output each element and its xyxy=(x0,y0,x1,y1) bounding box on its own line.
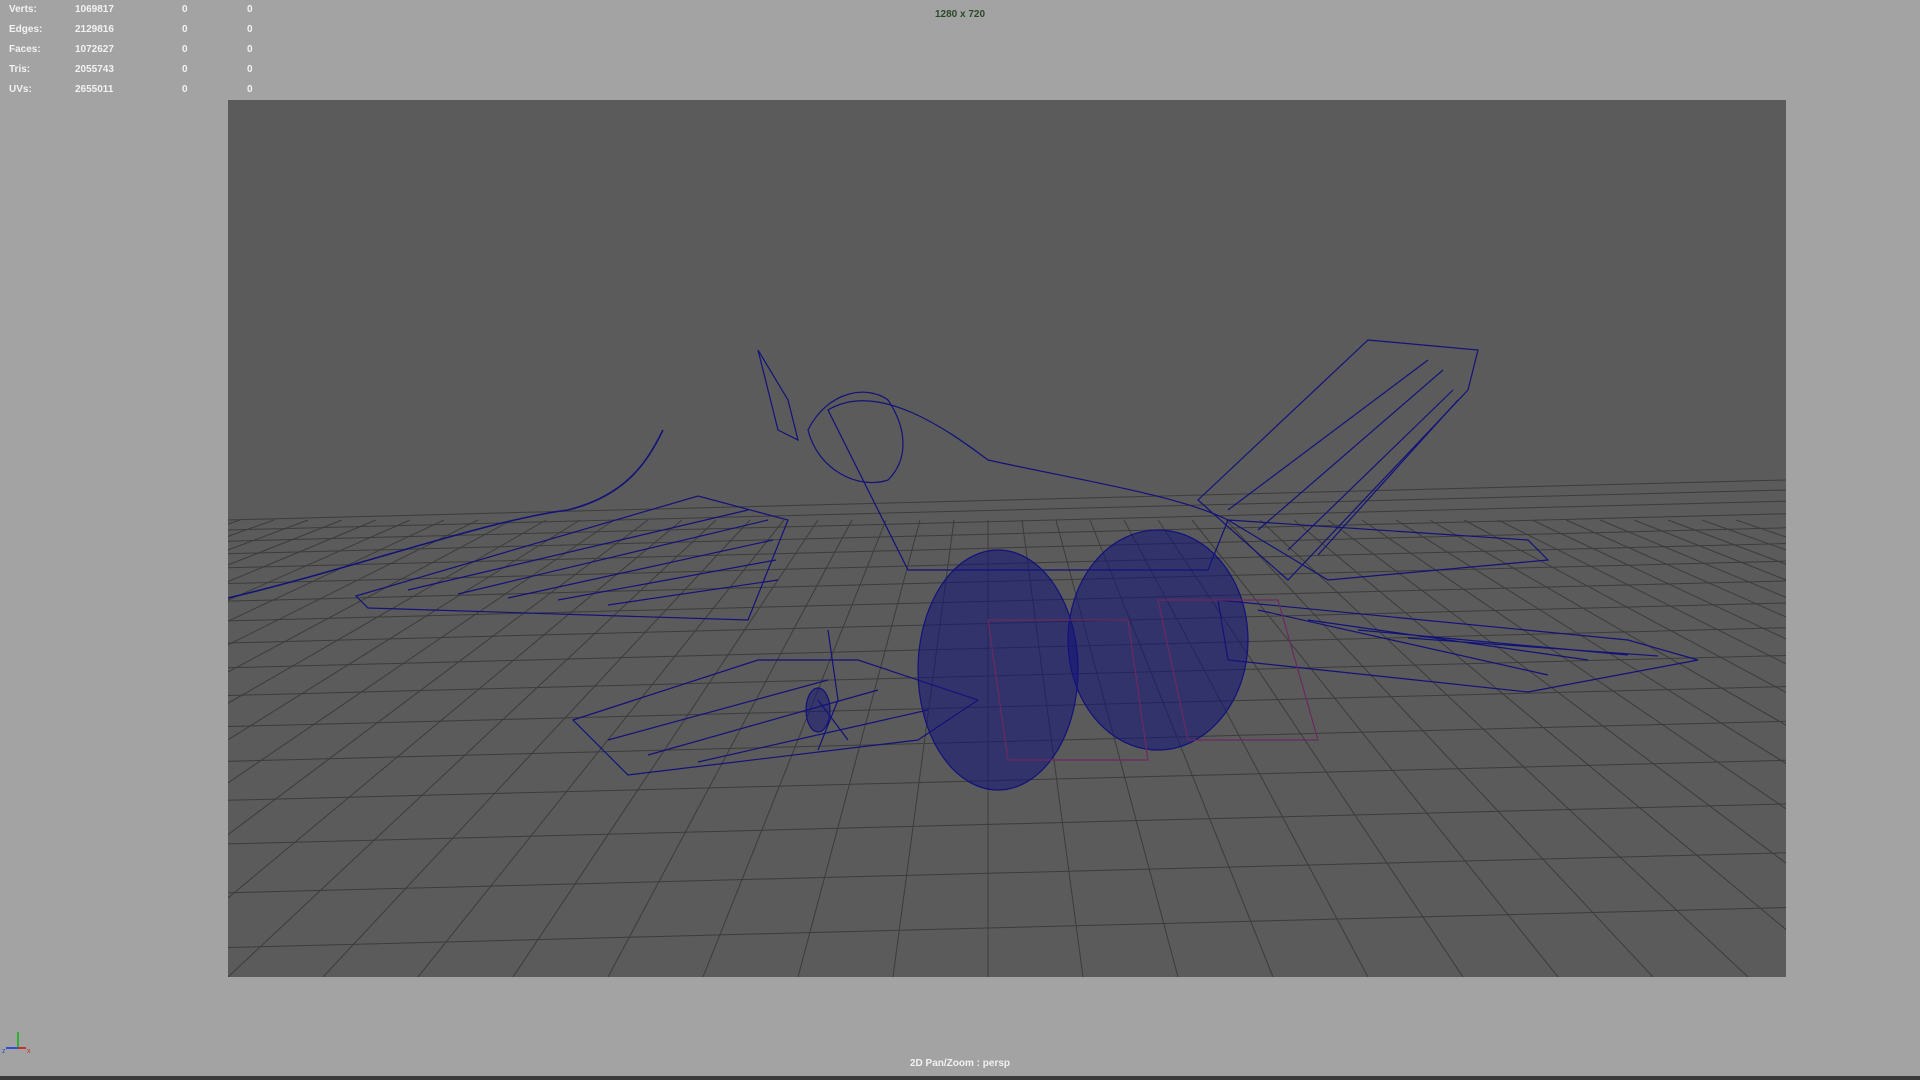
maya-viewport-panel[interactable]: Verts: 1069817 0 0 Edges: 2129816 0 0 Fa… xyxy=(0,0,1920,1080)
hud-selected: 0 xyxy=(182,44,188,55)
grid-line xyxy=(512,519,819,977)
hud-selected: 0 xyxy=(182,24,188,35)
camera-label: 2D Pan/Zoom : persp xyxy=(909,1058,1010,1069)
hud-value: 1072627 xyxy=(75,44,114,55)
left-engine xyxy=(917,549,1079,791)
grid-line xyxy=(228,519,683,899)
grid-line xyxy=(228,489,1786,531)
grid-line xyxy=(228,519,241,525)
wheel xyxy=(805,687,831,733)
hud-extra: 0 xyxy=(247,44,253,55)
grid-line xyxy=(228,803,1786,845)
hud-selected: 0 xyxy=(182,84,188,95)
fuselage-canopy xyxy=(807,391,904,484)
hud-value: 2129816 xyxy=(75,24,114,35)
grid-line xyxy=(228,519,649,836)
axis-z-label: z xyxy=(2,1048,6,1055)
grid-line xyxy=(1225,519,1654,977)
left-tailplane-ribs xyxy=(607,679,929,763)
resolution-gate-label: 1280 x 720 xyxy=(934,9,986,20)
xyz-axis-icon: x z xyxy=(2,1032,31,1055)
hud-row-uvs: UVs: 2655011 0 0 xyxy=(9,80,269,100)
right-wing-ribs xyxy=(1257,609,1659,676)
grid-line xyxy=(228,852,1786,894)
hud-selected: 0 xyxy=(182,64,188,75)
grid-line xyxy=(1395,519,1786,765)
right-engine xyxy=(1067,529,1249,751)
hud-value: 2655011 xyxy=(75,84,114,95)
hud-extra: 0 xyxy=(247,24,253,35)
grid-line xyxy=(1327,519,1786,864)
hud-row-tris: Tris: 2055743 0 0 xyxy=(9,60,269,80)
grid-line xyxy=(228,519,343,566)
viewport-canvas[interactable] xyxy=(228,100,1786,977)
right-fin-ribs xyxy=(1227,359,1459,556)
grid-line xyxy=(228,519,717,977)
hud-label: Tris: xyxy=(9,64,31,75)
axis-x-label: x xyxy=(27,1048,31,1055)
grid-line xyxy=(322,519,751,977)
jet-wireframe-model xyxy=(228,339,1699,791)
grid-line xyxy=(228,479,1786,521)
nose-fin xyxy=(757,349,799,442)
grid-line xyxy=(228,907,1786,949)
axis-gizmo: x z xyxy=(0,1026,32,1058)
grid-line xyxy=(1293,519,1786,931)
hud-row-edges: Edges: 2129816 0 0 xyxy=(9,20,269,40)
hud-value: 2055743 xyxy=(75,64,114,75)
right-wing xyxy=(1217,599,1699,693)
hud-extra: 0 xyxy=(247,64,253,75)
hud-row-faces: Faces: 1072627 0 0 xyxy=(9,40,269,60)
hud-extra: 0 xyxy=(247,84,253,95)
hud-label: Faces: xyxy=(9,44,41,55)
grid-line xyxy=(228,519,377,583)
left-tailplane xyxy=(571,659,980,776)
hud-label: Edges: xyxy=(9,24,43,35)
resolution-gate[interactable] xyxy=(228,100,1786,977)
viewport-bottom-border xyxy=(0,1076,1920,1080)
hud-label: UVs: xyxy=(9,84,32,95)
grid-line xyxy=(228,500,1786,542)
grid-line xyxy=(228,519,581,741)
